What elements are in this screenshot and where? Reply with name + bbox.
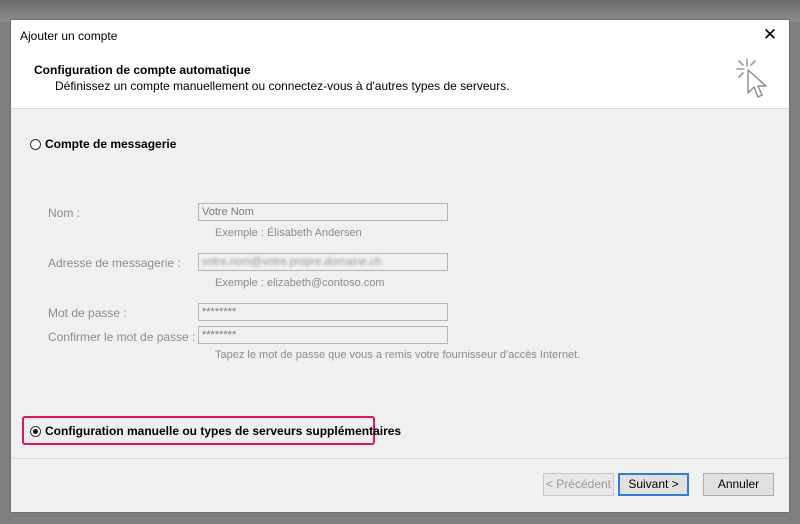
title-bar: Ajouter un compte ✕ [11,20,789,52]
password-label: Mot de passe : [48,306,127,320]
name-hint: Exemple : Élisabeth Andersen [215,227,362,239]
radio-email-account-label: Compte de messagerie [45,137,177,151]
name-label: Nom : [48,206,81,220]
add-account-dialog: Ajouter un compte ✕ Configuration de com… [10,19,790,513]
radio-manual-config[interactable]: Configuration manuelle ou types de serve… [30,424,401,438]
confirm-password-label: Confirmer le mot de passe : [48,330,196,344]
window-title: Ajouter un compte [20,29,118,43]
back-button[interactable]: < Précédent [543,473,614,496]
header-title: Configuration de compte automatique [34,63,251,77]
radio-email-account[interactable]: Compte de messagerie [30,137,176,151]
next-button[interactable]: Suivant > [618,473,689,496]
cancel-button[interactable]: Annuler [703,473,774,496]
email-field: votre.nom@votre.propre.domaine.ch [198,253,448,271]
name-field: Votre Nom [198,203,448,221]
radio-manual-config-circle[interactable] [30,425,41,437]
cursor-sparkle-icon [736,58,767,98]
email-label: Adresse de messagerie : [48,256,181,270]
wizard-header: Configuration de compte automatique Défi… [11,52,789,109]
confirm-password-field: ******** [198,326,448,344]
close-button[interactable]: ✕ [761,26,779,44]
password-field: ******** [198,303,448,321]
radio-email-account-circle[interactable] [30,138,41,150]
email-field-value: votre.nom@votre.propre.domaine.ch [202,256,382,268]
footer-divider [11,458,789,459]
password-hint: Tapez le mot de passe que vous a remis v… [215,349,581,361]
email-hint: Exemple : elizabeth@contoso.com [215,277,385,289]
radio-manual-config-label: Configuration manuelle ou types de serve… [45,424,402,438]
header-subtitle: Définissez un compte manuellement ou con… [55,79,510,93]
